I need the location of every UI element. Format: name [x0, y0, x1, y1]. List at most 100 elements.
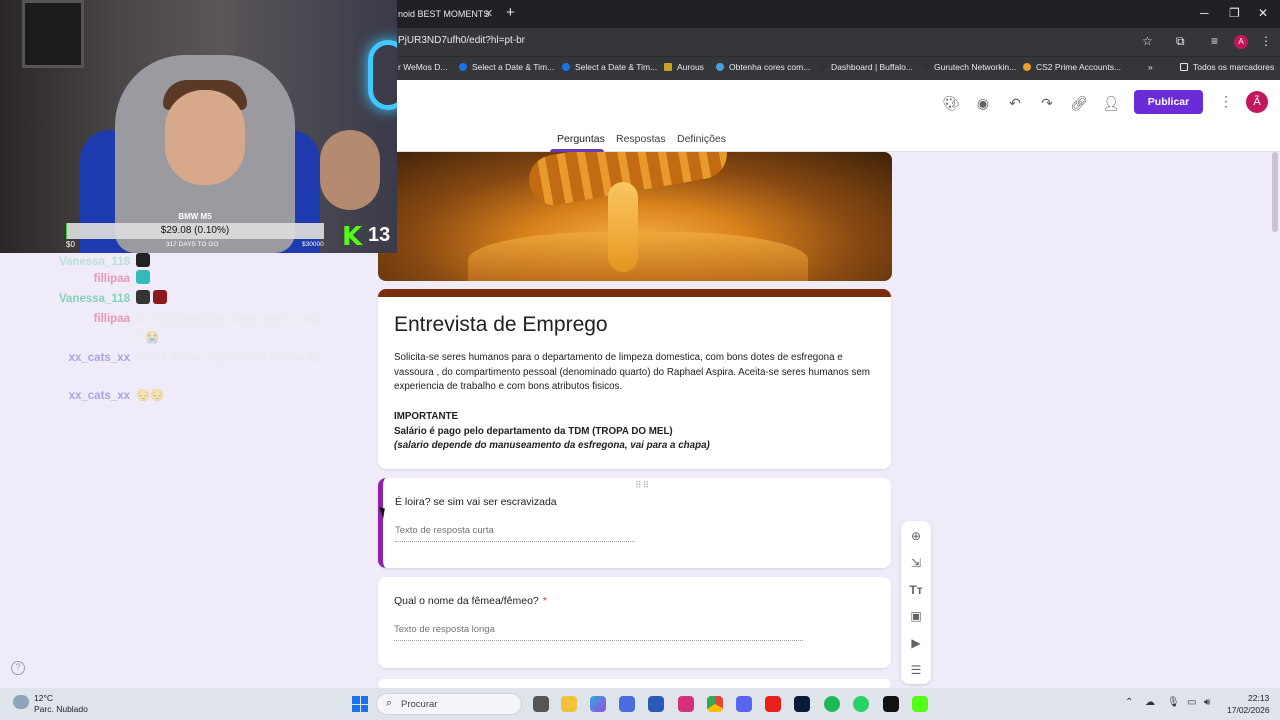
chat-text — [136, 290, 326, 309]
close-window-icon[interactable]: ✕ — [1258, 6, 1268, 20]
microphone-icon[interactable]: 🎙︎ — [1167, 697, 1180, 708]
chat-username: fillipaa — [93, 273, 130, 285]
bookmarks-overflow-icon[interactable]: » — [1148, 62, 1153, 72]
redo-icon[interactable]: ↷ — [1037, 93, 1057, 113]
chat-text: 😔😔 — [136, 390, 165, 402]
avatar[interactable]: Ã — [1246, 91, 1268, 113]
required-asterisk: * — [542, 595, 547, 607]
more-options-icon[interactable]: ⋮ — [1219, 93, 1233, 110]
form-title-card[interactable]: Entrevista de Emprego Solicita-se seres … — [378, 289, 891, 469]
question-card[interactable]: Qual o nome da fêmea/fêmeo? * Texto de re… — [378, 577, 891, 668]
chrome-icon[interactable] — [707, 696, 723, 712]
page-scrollbar[interactable] — [1272, 152, 1278, 232]
task-view-icon[interactable] — [533, 696, 549, 712]
preview-eye-icon[interactable]: ◉ — [973, 93, 993, 113]
goal-max: $30000 — [302, 241, 324, 248]
form-title[interactable]: Entrevista de Emprego — [394, 313, 608, 337]
obs-icon[interactable] — [883, 696, 899, 712]
network-icon[interactable]: ▭ — [1187, 697, 1196, 708]
onedrive-icon[interactable]: ☁ — [1145, 697, 1155, 708]
add-collaborator-icon[interactable]: 👤︎ — [1101, 93, 1121, 113]
photoshop-icon[interactable] — [794, 696, 810, 712]
long-answer-field: Texto de resposta longa — [394, 624, 803, 641]
all-bookmarks[interactable]: Todos os marcadores — [1180, 62, 1274, 72]
bookmark-item[interactable]: Select a Date & Tim... — [459, 62, 554, 72]
copilot-icon[interactable] — [590, 696, 606, 712]
publish-button[interactable]: Publicar — [1134, 90, 1203, 114]
outlook-icon[interactable] — [648, 696, 664, 712]
chat-username: Vanessa_118 — [59, 293, 130, 305]
import-questions-icon[interactable]: ⇲ — [906, 553, 926, 573]
close-tab-icon[interactable]: ✕ — [484, 7, 493, 20]
weather-condition[interactable]: Parc. Nublado — [34, 704, 88, 714]
add-video-icon[interactable]: ▶ — [906, 633, 926, 653]
spotify-icon[interactable] — [824, 696, 840, 712]
kick-logo-icon: K — [342, 222, 363, 252]
store-icon[interactable] — [619, 696, 635, 712]
browser-profile-avatar[interactable]: A — [1234, 35, 1248, 49]
chat-text: eu pessoalmente nunca medi o meu ff 😭 — [136, 313, 322, 344]
whatsapp-icon[interactable] — [853, 696, 869, 712]
important-line-2: (salario depende do manuseamento da esfr… — [394, 440, 710, 452]
new-tab-icon[interactable]: + — [506, 4, 515, 21]
drag-handle-icon[interactable]: ⠿⠿ — [635, 480, 650, 491]
tab-questions[interactable]: Perguntas — [557, 133, 605, 145]
clock-time[interactable]: 22:13 — [1248, 693, 1269, 703]
dashboard-icon — [818, 63, 826, 71]
cs2-icon — [1023, 63, 1031, 71]
form-description[interactable]: Solicita-se seres humanos para o departa… — [394, 351, 874, 395]
add-title-icon[interactable]: Tт — [906, 580, 926, 600]
taskbar-search[interactable]: ⌕ Procurar — [376, 693, 522, 715]
kick-app-icon[interactable] — [912, 696, 928, 712]
palette-icon[interactable]: 🎨︎ — [941, 93, 961, 113]
extensions-icon[interactable]: ⧉ — [1176, 34, 1185, 49]
honey-jar — [468, 232, 808, 281]
bookmark-item[interactable]: Select a Date & Tim... — [562, 62, 657, 72]
bookmark-item[interactable]: Aurous — [664, 62, 704, 72]
restore-icon[interactable]: ❐ — [1229, 6, 1240, 20]
question-title[interactable]: É loira? se sim vai ser escravizada — [395, 496, 557, 508]
chat-username: xx_cats_xx — [68, 390, 130, 402]
media-icon[interactable]: ≡ — [1211, 34, 1218, 48]
volume-icon[interactable]: 🔊︎ — [1204, 697, 1210, 708]
add-question-icon[interactable]: ⊕ — [906, 526, 926, 546]
clock-date[interactable]: 17/02/2026 — [1227, 705, 1270, 715]
bookmark-item[interactable]: Gurutech Networkin... — [921, 62, 1016, 72]
tab-settings[interactable]: Definições — [677, 133, 726, 145]
add-section-icon[interactable]: ☰ — [906, 660, 926, 680]
undo-icon[interactable]: ↶ — [1005, 93, 1025, 113]
bookmark-item[interactable]: Obtenha cores com... — [716, 62, 810, 72]
bookmark-item[interactable]: Dashboard | Buffalo... — [818, 62, 913, 72]
file-explorer-icon[interactable] — [561, 696, 577, 712]
chat-emote-icon — [136, 253, 150, 267]
question-title[interactable]: Qual o nome da fêmea/fêmeo? * — [394, 595, 547, 607]
streamer-face — [165, 90, 245, 185]
bookmark-star-icon[interactable]: ☆ — [1142, 34, 1153, 48]
minimize-icon[interactable]: ─ — [1200, 6, 1209, 20]
bookmark-item[interactable]: r WeMos D... — [398, 62, 447, 72]
question-card[interactable]: ⠿⠿ É loira? se sim vai ser escravizada T… — [378, 478, 891, 568]
weather-temp[interactable]: 12°C — [34, 693, 53, 703]
tray-overflow-icon[interactable]: ⌃ — [1125, 697, 1133, 708]
short-answer-field: Texto de resposta curta — [395, 525, 635, 542]
goal-days: 317 DAYS TO GO — [166, 241, 219, 248]
help-icon[interactable]: ? — [11, 661, 25, 675]
chat-text — [136, 270, 326, 289]
webcam-overlay: BMW M5 $29.08 (0.10%) $0 317 DAYS TO GO … — [0, 0, 397, 253]
instagram-icon[interactable] — [678, 696, 694, 712]
add-image-icon[interactable]: ▣ — [906, 606, 926, 626]
streamer-hand — [320, 130, 380, 210]
discord-icon[interactable] — [736, 696, 752, 712]
link-icon[interactable]: 🔗︎ — [1069, 93, 1089, 113]
url-field[interactable]: PjUR3ND7ufh0/edit?hl=pt-br — [398, 35, 525, 46]
tab-responses[interactable]: Respostas — [616, 133, 666, 145]
important-note: IMPORTANTE Salário é pago pelo departame… — [394, 410, 710, 454]
question-side-toolbar: ⊕ ⇲ Tт ▣ ▶ ☰ — [901, 521, 931, 684]
weather-cloud-icon[interactable] — [13, 695, 29, 709]
youtube-icon[interactable] — [765, 696, 781, 712]
bookmark-item[interactable]: CS2 Prime Accounts... — [1023, 62, 1121, 72]
forms-toolbar: 🎨︎ ◉ ↶ ↷ 🔗︎ 👤︎ Publicar ⋮ Ã Perguntas Re… — [397, 80, 1280, 152]
start-button[interactable] — [352, 696, 368, 712]
browser-menu-icon[interactable]: ⋮ — [1260, 34, 1272, 48]
chat-emote-icon — [153, 290, 167, 304]
